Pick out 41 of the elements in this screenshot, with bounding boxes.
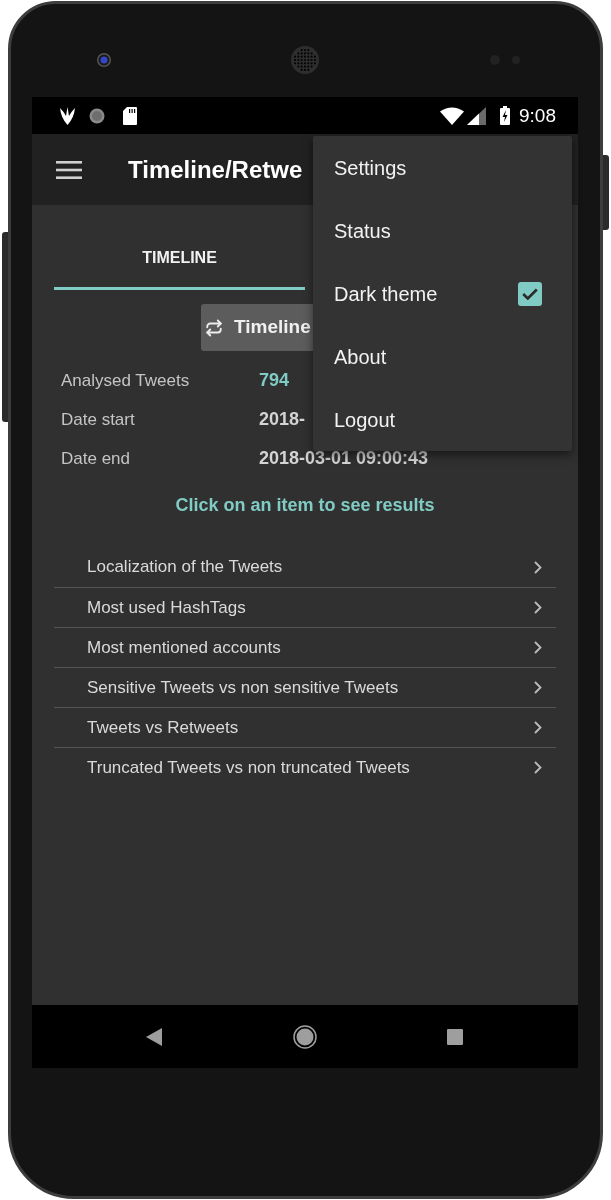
back-icon[interactable] [146,1027,162,1046]
home-icon[interactable] [293,1024,317,1049]
speaker-grille-icon [291,46,319,74]
chevron-right-icon [534,601,542,614]
circle-icon [89,107,105,124]
stat-label: Analysed Tweets [61,369,191,392]
chevron-right-icon [534,761,542,774]
stat-label: Date end [61,447,131,470]
stat-value: 2018- [259,408,306,431]
signal-icon [467,106,486,125]
result-item[interactable]: Most used HashTags [54,587,556,627]
stat-label: Date start [61,408,136,431]
hint-text: Click on an item to see results [175,494,435,517]
result-item[interactable]: Sensitive Tweets vs non sensitive Tweets [54,667,556,707]
timeline-button[interactable]: Timeline [201,304,313,351]
menu-icon[interactable] [56,160,82,179]
three-prong-icon [60,106,75,125]
menu-item[interactable]: About [313,325,572,388]
menu-item[interactable]: Settings [313,136,572,199]
chevron-right-icon [534,721,542,734]
wifi-icon [440,106,464,125]
battery-charging-icon [500,106,510,125]
result-item[interactable]: Most mentioned accounts [54,627,556,667]
chevron-right-icon [534,641,542,654]
menu-item[interactable]: Status [313,199,572,262]
chevron-right-icon [534,681,542,694]
result-item[interactable]: Localization of the Tweets [54,547,556,587]
stat-value: 794 [259,369,290,392]
camera-lens-icon [97,53,111,67]
menu-item[interactable]: Dark theme [313,262,572,325]
tab[interactable]: TIMELINE [54,205,305,290]
chevron-right-icon [534,560,542,574]
sd-card-icon [123,106,137,125]
result-item[interactable]: Tweets vs Retweets [54,707,556,747]
check-icon [522,287,538,300]
repeat-icon [205,318,223,337]
recents-icon[interactable] [447,1028,463,1045]
result-item[interactable]: Truncated Tweets vs non truncated Tweets [54,747,556,787]
app-title: Timeline/Retwe [128,154,303,185]
status-time: 9:08 [519,106,556,125]
checkbox[interactable] [518,281,542,306]
